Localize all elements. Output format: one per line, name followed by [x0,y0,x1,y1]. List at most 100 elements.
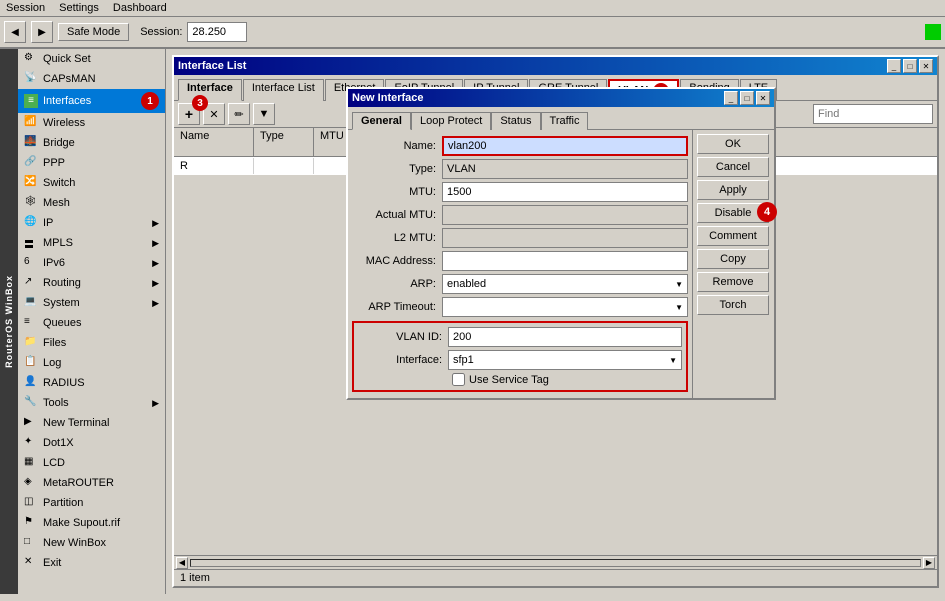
dialog-tab-general[interactable]: General [352,112,411,130]
filter-button[interactable]: ▼ [253,103,275,125]
mesh-icon: 🕸 [24,196,38,210]
toolbar: ◀ ▶ Safe Mode Session: [0,17,945,49]
sidebar-item-new-winbox[interactable]: □ New WinBox [18,533,165,553]
sidebar-item-lcd[interactable]: ▦ LCD [18,453,165,473]
interfaces-badge: 1 [141,92,159,110]
dialog-controls: _ □ ✕ [724,91,770,105]
sidebar-item-queues[interactable]: ≡ Queues [18,313,165,333]
sidebar-label-mpls: MPLS [43,237,73,249]
sidebar-item-ip[interactable]: 🌐 IP ▶ [18,213,165,233]
scroll-left-button[interactable]: ◀ [176,557,188,569]
sidebar-item-ipv6[interactable]: 6 IPv6 ▶ [18,253,165,273]
sidebar-item-files[interactable]: 📁 Files [18,333,165,353]
sidebar-label-make-supout: Make Supout.rif [43,517,120,529]
scroll-right-button[interactable]: ▶ [923,557,935,569]
copy-button[interactable]: Copy [697,249,769,269]
interface-list-title: Interface List [178,60,246,72]
cancel-button[interactable]: Cancel [697,157,769,177]
h-scrollbar[interactable]: ◀ ▶ [174,555,937,569]
sidebar-item-ppp[interactable]: 🔗 PPP [18,153,165,173]
files-icon: 📁 [24,336,38,350]
ppp-icon: 🔗 [24,156,38,170]
window-minimize-button[interactable]: _ [887,59,901,73]
lcd-icon: ▦ [24,456,38,470]
menu-settings[interactable]: Settings [59,2,99,14]
sidebar-item-log[interactable]: 📋 Log [18,353,165,373]
sidebar-item-exit[interactable]: ✕ Exit [18,553,165,573]
mpls-icon: 〓 [24,236,38,250]
vlan-id-row: VLAN ID: [358,327,682,347]
l2mtu-row: L2 MTU: [352,228,688,248]
arp-row: ARP: enabled ▼ [352,274,688,294]
torch-button[interactable]: Torch [697,295,769,315]
sidebar-label-switch: Switch [43,177,75,189]
arp-select[interactable]: enabled ▼ [442,274,688,294]
arp-timeout-row: ARP Timeout: ▼ [352,297,688,317]
actual-mtu-label: Actual MTU: [352,209,442,221]
sidebar-item-make-supout[interactable]: ⚑ Make Supout.rif [18,513,165,533]
sidebar-item-bridge[interactable]: 🌉 Bridge [18,133,165,153]
mtu-input[interactable] [442,182,688,202]
th-type: Type [254,128,314,156]
sidebar-item-capsman[interactable]: 📡 CAPsMAN [18,69,165,89]
arp-value: enabled [447,278,486,290]
sidebar-item-tools[interactable]: 🔧 Tools ▶ [18,393,165,413]
mac-input[interactable] [442,251,688,271]
name-input[interactable] [442,136,688,156]
sidebar-item-radius[interactable]: 👤 RADIUS [18,373,165,393]
sidebar-item-system[interactable]: 💻 System ▶ [18,293,165,313]
td-type [254,158,314,174]
find-input[interactable] [813,104,933,124]
interface-list-titlebar[interactable]: Interface List _ □ ✕ [174,57,937,75]
dialog-close-button[interactable]: ✕ [756,91,770,105]
menu-dashboard[interactable]: Dashboard [113,2,167,14]
sidebar-item-partition[interactable]: ◫ Partition [18,493,165,513]
edit-button[interactable]: ✏ [228,103,250,125]
use-service-tag-checkbox[interactable] [452,373,465,386]
menu-session[interactable]: Session [6,2,45,14]
window-close-button[interactable]: ✕ [919,59,933,73]
dialog-restore-button[interactable]: □ [740,91,754,105]
sidebar-label-routing: Routing [43,277,81,289]
comment-button[interactable]: Comment [697,226,769,246]
dialog-tab-status[interactable]: Status [491,112,540,130]
sidebar-item-routing[interactable]: ↗ Routing ▶ [18,273,165,293]
vlan-id-input[interactable] [448,327,682,347]
sidebar-item-dot1x[interactable]: ✦ Dot1X [18,433,165,453]
sidebar-item-quick-set[interactable]: ⚙ Quick Set [18,49,165,69]
back-button[interactable]: ◀ [4,21,26,43]
sidebar-label-lcd: LCD [43,457,65,469]
apply-button[interactable]: Apply [697,180,769,200]
dialog-title: New Interface [352,92,424,104]
scroll-track [190,559,921,567]
remove-button[interactable]: Remove [697,272,769,292]
type-value: VLAN [442,159,688,179]
dialog-minimize-button[interactable]: _ [724,91,738,105]
dialog-tab-loop-protect[interactable]: Loop Protect [411,112,491,130]
tab-interface[interactable]: Interface [178,79,242,101]
interface-select[interactable]: sfp1 ▼ [448,350,682,370]
name-row: Name: [352,136,688,156]
ok-button[interactable]: OK [697,134,769,154]
dialog-titlebar[interactable]: New Interface _ □ ✕ [348,89,774,107]
sidebar-item-mesh[interactable]: 🕸 Mesh [18,193,165,213]
dialog-tab-traffic[interactable]: Traffic [541,112,589,130]
sidebar-item-wireless[interactable]: 📶 Wireless [18,113,165,133]
sidebar-item-new-terminal[interactable]: ▶ New Terminal [18,413,165,433]
sidebar-label-quick-set: Quick Set [43,53,91,65]
session-input[interactable] [187,22,247,42]
sidebar-item-interfaces[interactable]: ≡ Interfaces 1 [18,89,165,113]
sidebar-item-switch[interactable]: 🔀 Switch [18,173,165,193]
system-arrow: ▶ [152,298,159,309]
sidebar-item-metarouter[interactable]: ◈ MetaROUTER [18,473,165,493]
forward-button[interactable]: ▶ [31,21,53,43]
arp-timeout-select[interactable]: ▼ [442,297,688,317]
tab-interface-list[interactable]: Interface List [243,79,324,101]
l2mtu-value [442,228,688,248]
tools-icon: 🔧 [24,396,38,410]
sidebar-item-mpls[interactable]: 〓 MPLS ▶ [18,233,165,253]
add-button-badge: 3 [192,95,208,111]
sidebar-label-exit: Exit [43,557,61,569]
window-restore-button[interactable]: □ [903,59,917,73]
safe-mode-button[interactable]: Safe Mode [58,23,129,41]
